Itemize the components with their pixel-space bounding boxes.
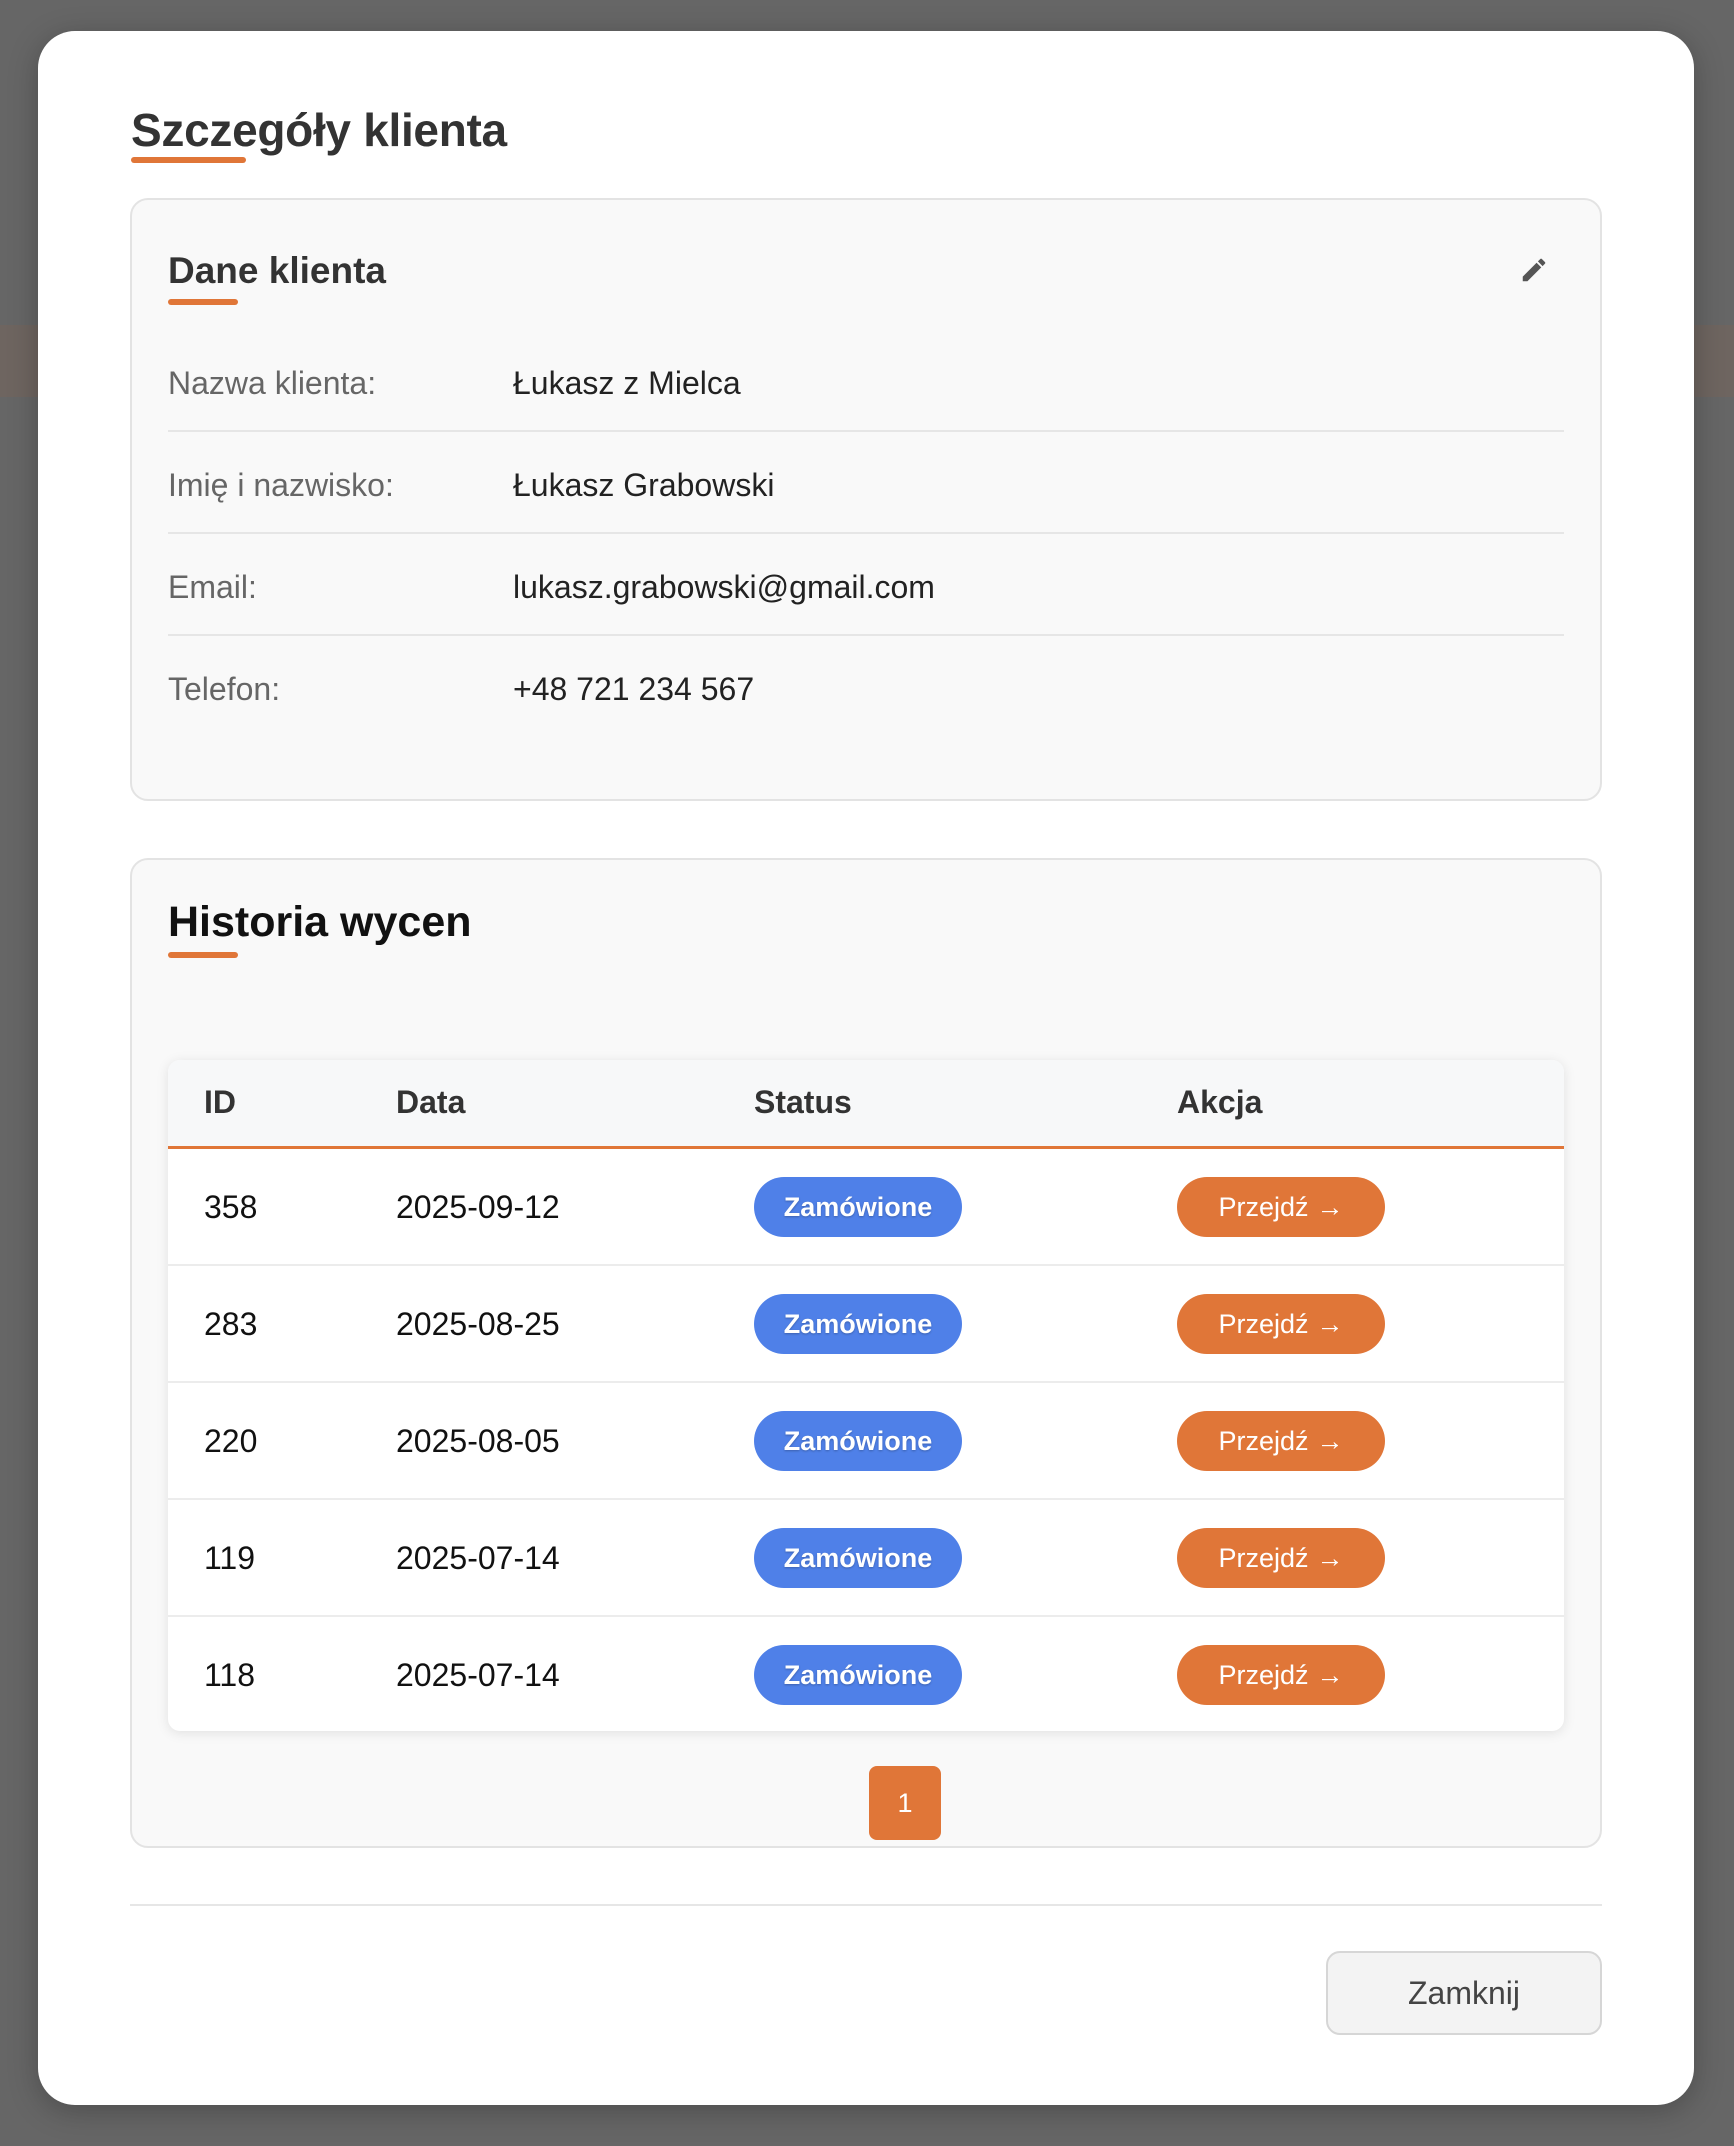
arrow-right-icon: → [1316, 1308, 1344, 1339]
full-name-value: Łukasz Grabowski [513, 467, 775, 503]
quote-history-underline [168, 952, 238, 958]
phone-label: Telefon: [168, 671, 281, 707]
row-date: 2025-08-05 [396, 1423, 560, 1459]
email-label: Email: [168, 569, 257, 605]
info-row-email: Email: lukasz.grabowski@gmail.com [168, 534, 1564, 636]
status-badge: Zamówione [754, 1177, 962, 1237]
client-data-card: Dane klienta Nazwa klienta: Łukasz z Mie… [130, 198, 1602, 801]
column-header-date: Data [396, 1084, 466, 1120]
phone-value: +48 721 234 567 [513, 671, 755, 707]
arrow-right-icon: → [1316, 1542, 1344, 1573]
client-data-title: Dane klienta [168, 250, 386, 291]
status-badge: Zamówione [754, 1528, 962, 1588]
table-header: ID Data Status Akcja [168, 1060, 1564, 1149]
table-row: 119 2025-07-14 Zamówione Przejdź → [168, 1500, 1564, 1617]
go-button-label: Przejdź [1218, 1425, 1309, 1456]
row-date: 2025-09-12 [396, 1189, 560, 1225]
info-row-phone: Telefon: +48 721 234 567 [168, 636, 1564, 738]
go-to-quote-button[interactable]: Przejdź → [1177, 1177, 1385, 1237]
table-row: 358 2025-09-12 Zamówione Przejdź → [168, 1149, 1564, 1266]
arrow-right-icon: → [1316, 1425, 1344, 1456]
status-badge: Zamówione [754, 1411, 962, 1471]
row-id: 220 [204, 1423, 258, 1459]
row-id: 118 [204, 1657, 256, 1693]
modal-title: Szczegóły klienta [131, 104, 507, 156]
table-row: 118 2025-07-14 Zamówione Przejdź → [168, 1617, 1564, 1731]
go-button-label: Przejdź [1218, 1542, 1309, 1573]
close-button[interactable]: Zamknij [1326, 1951, 1602, 2035]
go-to-quote-button[interactable]: Przejdź → [1177, 1528, 1385, 1588]
go-button-label: Przejdź [1218, 1659, 1309, 1690]
column-header-status: Status [754, 1084, 852, 1120]
email-value: lukasz.grabowski@gmail.com [513, 569, 935, 605]
go-button-label: Przejdź [1218, 1191, 1309, 1222]
quote-history-card: Historia wycen ID Data Status Akcja 358 … [130, 858, 1602, 1848]
column-header-id: ID [204, 1084, 236, 1120]
client-name-value: Łukasz z Mielca [513, 365, 741, 401]
full-name-label: Imię i nazwisko: [168, 467, 394, 503]
pagination-page-button[interactable]: 1 [869, 1766, 941, 1840]
go-to-quote-button[interactable]: Przejdź → [1177, 1645, 1385, 1705]
pencil-icon [1522, 258, 1546, 282]
row-id: 358 [204, 1189, 258, 1225]
table-row: 283 2025-08-25 Zamówione Przejdź → [168, 1266, 1564, 1383]
client-details-modal: Szczegóły klienta Dane klienta Nazwa kli… [38, 31, 1694, 2105]
client-name-label: Nazwa klienta: [168, 365, 377, 401]
footer-divider [130, 1904, 1602, 1906]
row-date: 2025-07-14 [396, 1540, 560, 1576]
info-row-client-name: Nazwa klienta: Łukasz z Mielca [168, 330, 1564, 432]
go-to-quote-button[interactable]: Przejdź → [1177, 1294, 1385, 1354]
table-row: 220 2025-08-05 Zamówione Przejdź → [168, 1383, 1564, 1500]
column-header-action: Akcja [1177, 1084, 1263, 1120]
status-badge: Zamówione [754, 1294, 962, 1354]
arrow-right-icon: → [1316, 1191, 1344, 1222]
row-date: 2025-07-14 [396, 1657, 560, 1693]
info-row-full-name: Imię i nazwisko: Łukasz Grabowski [168, 432, 1564, 534]
quote-history-table: ID Data Status Akcja 358 2025-09-12 Zamó… [168, 1060, 1564, 1731]
go-button-label: Przejdź [1218, 1308, 1309, 1339]
arrow-right-icon: → [1316, 1659, 1344, 1690]
row-date: 2025-08-25 [396, 1306, 560, 1342]
quote-history-title: Historia wycen [168, 898, 472, 946]
status-badge: Zamówione [754, 1645, 962, 1705]
row-id: 283 [204, 1306, 258, 1342]
client-data-underline [168, 299, 238, 305]
title-underline [131, 157, 246, 163]
go-to-quote-button[interactable]: Przejdź → [1177, 1411, 1385, 1471]
edit-client-button[interactable] [1514, 250, 1554, 290]
row-id: 119 [204, 1540, 256, 1576]
